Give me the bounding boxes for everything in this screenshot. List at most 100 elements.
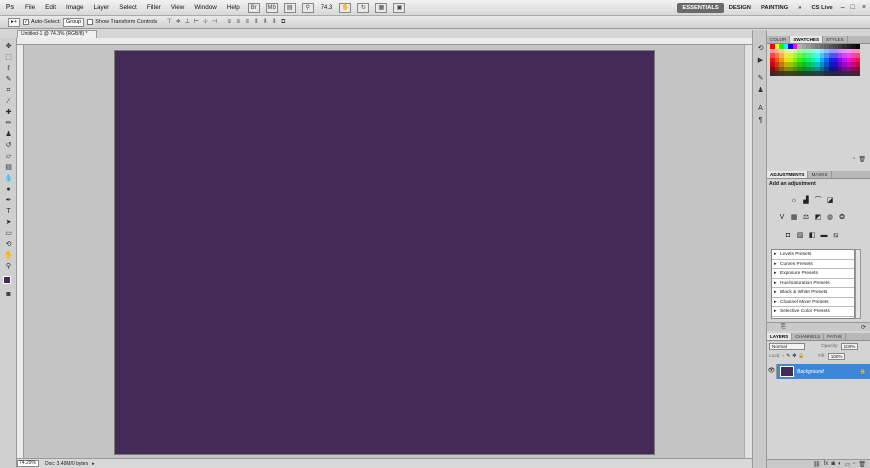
channel-mixer-icon[interactable]: ❂	[837, 213, 847, 223]
mini-bridge-icon[interactable]: Mb	[265, 2, 278, 13]
swatch[interactable]	[855, 71, 860, 76]
preset-levels[interactable]: Levels Presets	[772, 250, 854, 260]
healing-brush-icon[interactable]: ✚	[3, 108, 14, 118]
posterize-icon[interactable]: ▨	[795, 231, 805, 241]
vertical-scrollbar[interactable]	[744, 45, 752, 458]
zoom-level-field[interactable]: 74.3	[321, 5, 333, 11]
lasso-icon[interactable]: ℓ	[3, 64, 14, 74]
auto-align-icon[interactable]: ⧉	[279, 18, 287, 26]
menu-window[interactable]: Window	[189, 4, 221, 11]
menu-help[interactable]: Help	[222, 4, 245, 11]
new-adjustment-icon[interactable]: ◐	[838, 461, 842, 467]
tool-preset-picker[interactable]: ▸+	[8, 17, 20, 27]
lock-image-icon[interactable]: ✎	[786, 354, 790, 359]
history-brush-icon[interactable]: ↺	[3, 141, 14, 151]
preset-channel-mixer[interactable]: Channel Mixer Presets	[772, 298, 854, 307]
zoom-level-icon[interactable]: ⚲	[301, 2, 314, 13]
maximize-icon[interactable]: □	[848, 4, 858, 11]
character-icon[interactable]: A	[755, 104, 766, 114]
clip-layer-icon[interactable]: ⎘	[781, 324, 786, 331]
black-white-icon[interactable]: ◩	[813, 213, 823, 223]
preset-black-white[interactable]: Black & White Presets	[772, 288, 854, 298]
clone-stamp-icon[interactable]: ♟	[3, 130, 14, 140]
vibrance-icon[interactable]: V	[777, 213, 787, 223]
foreground-color-swatch[interactable]	[3, 276, 11, 284]
curves-icon[interactable]: ⌒	[813, 196, 823, 206]
quick-mask-icon[interactable]: ◙	[3, 290, 14, 300]
shape-icon[interactable]: ▭	[3, 229, 14, 239]
screen-mode-icon[interactable]: ▣	[393, 2, 406, 13]
status-menu-icon[interactable]: ▸	[92, 461, 95, 467]
layer-style-icon[interactable]: fx	[824, 461, 829, 467]
tab-swatches[interactable]: SWATCHES	[790, 36, 824, 43]
brush-icon[interactable]: ✏	[3, 119, 14, 129]
show-transform-checkbox[interactable]	[87, 19, 94, 25]
crop-icon[interactable]: ⌗	[3, 86, 14, 96]
menu-file[interactable]: File	[20, 4, 40, 11]
brush-panel-icon[interactable]: ✎	[755, 74, 766, 84]
actions-icon[interactable]: ▶	[755, 56, 766, 66]
hand-tool-icon[interactable]: ✋	[3, 251, 14, 261]
tab-channels[interactable]: CHANNELS	[792, 333, 825, 340]
eraser-icon[interactable]: ▱	[3, 152, 14, 162]
path-selection-icon[interactable]: ➤	[3, 218, 14, 228]
threshold-icon[interactable]: ◧	[807, 231, 817, 241]
distribute-vcenter-icon[interactable]: ≡	[234, 18, 242, 26]
layer-row-background[interactable]: 👁 Background 🔒	[767, 364, 870, 379]
zoom-tool-icon[interactable]: ⚲	[3, 262, 14, 272]
new-group-icon[interactable]: ▭	[845, 461, 851, 468]
tab-adjustments[interactable]: ADJUSTMENTS	[767, 171, 809, 178]
close-icon[interactable]: ×	[858, 4, 870, 11]
doc-size-info[interactable]: Doc: 3.49M/0 bytes	[45, 461, 88, 467]
marquee-icon[interactable]: ⬚	[3, 53, 14, 63]
gradient-map-icon[interactable]: ▬	[819, 231, 829, 241]
preset-hue-saturation[interactable]: Hue/Saturation Presets	[772, 279, 854, 288]
preset-selective-color[interactable]: Selective Color Presets	[772, 307, 854, 317]
rotate-view-icon[interactable]: ↻	[357, 2, 370, 13]
align-vcenter-icon[interactable]: ≑	[174, 18, 182, 26]
distribute-bottom-icon[interactable]: ≡	[243, 18, 251, 26]
opacity-field[interactable]: 100%	[840, 343, 858, 350]
document-tab[interactable]: Untitled-1 @ 74.3% (RGB/8) *	[17, 30, 97, 38]
new-layer-icon[interactable]: ▫	[853, 461, 855, 467]
workspace-design[interactable]: DESIGN	[724, 3, 756, 13]
bridge-icon[interactable]: Br	[247, 2, 260, 13]
distribute-hcenter-icon[interactable]: ‖	[261, 18, 269, 26]
blend-mode-dropdown[interactable]: Normal	[769, 343, 805, 350]
presets-scrollbar[interactable]	[855, 249, 861, 319]
blur-icon[interactable]: 💧	[3, 174, 14, 184]
layer-name[interactable]: Background	[797, 369, 860, 375]
distribute-left-icon[interactable]: ‖	[252, 18, 260, 26]
tab-layers[interactable]: LAYERS	[767, 333, 793, 340]
document-canvas[interactable]	[115, 51, 654, 454]
eyedropper-icon[interactable]: ⁄	[3, 97, 14, 107]
cs-live-button[interactable]: CS Live	[807, 3, 838, 13]
brightness-icon[interactable]: ☼	[789, 196, 799, 206]
workspace-painting[interactable]: PAINTING	[756, 3, 793, 13]
minimize-icon[interactable]: –	[838, 4, 848, 11]
fill-field[interactable]: 100%	[827, 353, 845, 360]
link-layers-icon[interactable]: ⛓	[813, 461, 821, 468]
auto-select-checkbox[interactable]: ✓	[22, 19, 29, 25]
dodge-icon[interactable]: ●	[3, 185, 14, 195]
type-icon[interactable]: T	[3, 207, 14, 217]
reset-icon[interactable]: ⟳	[861, 324, 866, 331]
exposure-icon[interactable]: ◪	[825, 196, 835, 206]
menu-filter[interactable]: Filter	[142, 4, 166, 11]
hand-icon[interactable]: ✋	[339, 2, 352, 13]
menu-edit[interactable]: Edit	[40, 4, 61, 11]
align-left-icon[interactable]: ⊢	[192, 18, 200, 26]
move-icon[interactable]: ✥	[3, 42, 14, 52]
align-hcenter-icon[interactable]: ⊹	[201, 18, 209, 26]
history-icon[interactable]: ⟲	[755, 44, 766, 54]
align-bottom-icon[interactable]: ⊥	[183, 18, 191, 26]
status-zoom-field[interactable]: 74.29%	[17, 460, 39, 467]
new-swatch-icon[interactable]: ▫	[853, 156, 855, 162]
workspace-more[interactable]: »	[793, 3, 806, 13]
lock-transparent-icon[interactable]: ▫	[782, 354, 784, 359]
clone-source-icon[interactable]: ♟	[755, 86, 766, 96]
lock-position-icon[interactable]: ✥	[792, 354, 796, 359]
delete-swatch-icon[interactable]: 🗑	[858, 156, 866, 163]
arrange-documents-icon[interactable]: ▦	[375, 2, 388, 13]
hue-saturation-icon[interactable]: ▦	[789, 213, 799, 223]
